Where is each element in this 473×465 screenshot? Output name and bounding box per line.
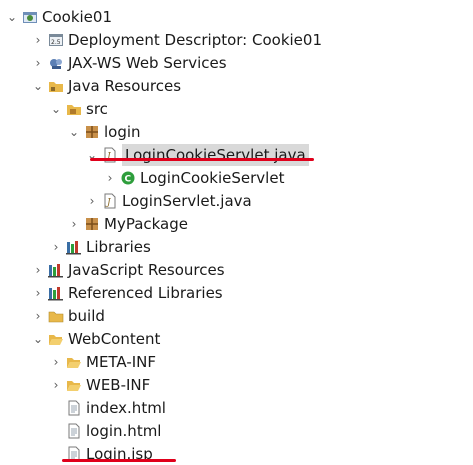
file-icon bbox=[66, 400, 82, 416]
chevron-down-icon[interactable]: ⌄ bbox=[4, 6, 20, 28]
java-resources-label: Java Resources bbox=[68, 77, 182, 95]
package-icon bbox=[84, 124, 100, 140]
chevron-down-icon[interactable]: ⌄ bbox=[30, 328, 46, 350]
tree-item-jaxws[interactable]: › JAX-WS Web Services bbox=[30, 52, 227, 74]
tree-item-web-inf[interactable]: › WEB-INF bbox=[48, 374, 151, 396]
referenced-libraries-label: Referenced Libraries bbox=[68, 284, 223, 302]
chevron-right-icon[interactable]: › bbox=[48, 236, 64, 258]
meta-inf-label: META-INF bbox=[86, 353, 157, 371]
src-label: src bbox=[86, 100, 108, 118]
package-login-label: login bbox=[104, 123, 141, 141]
tree-item-javascript-resources[interactable]: › JavaScript Resources bbox=[30, 259, 225, 281]
javascript-resources-label: JavaScript Resources bbox=[68, 261, 225, 279]
webcontent-label: WebContent bbox=[68, 330, 161, 348]
folder-open-icon bbox=[66, 354, 82, 370]
libraries-label: Libraries bbox=[86, 238, 151, 256]
index-html-label: index.html bbox=[86, 399, 166, 417]
web-services-icon bbox=[48, 55, 64, 71]
tree-item-libraries[interactable]: › Libraries bbox=[48, 236, 151, 258]
chevron-right-icon[interactable]: › bbox=[66, 213, 82, 235]
tree-item-webcontent[interactable]: ⌄ WebContent bbox=[30, 328, 160, 350]
jaxws-label: JAX-WS Web Services bbox=[68, 54, 227, 72]
tree-item-meta-inf[interactable]: › META-INF bbox=[48, 351, 156, 373]
web-inf-label: WEB-INF bbox=[86, 376, 151, 394]
tree-item-java-resources[interactable]: ⌄ Java Resources bbox=[30, 75, 181, 97]
source-folder-icon bbox=[66, 101, 82, 117]
tree-item-deployment-descriptor[interactable]: › 2.5 Deployment Descriptor: Cookie01 bbox=[30, 29, 322, 51]
tree-item-referenced-libraries[interactable]: › Referenced Libraries bbox=[30, 282, 223, 304]
chevron-right-icon[interactable]: › bbox=[48, 351, 64, 373]
build-label: build bbox=[68, 307, 105, 325]
chevron-right-icon[interactable]: › bbox=[30, 305, 46, 327]
login-servlet-java-label: LoginServlet.java bbox=[122, 192, 252, 210]
highlight-underline bbox=[62, 459, 176, 462]
project-label: Cookie01 bbox=[42, 8, 112, 26]
tree-item-login-html[interactable]: login.html bbox=[66, 420, 161, 442]
tree-item-mypackage[interactable]: › MyPackage bbox=[66, 213, 188, 235]
libraries-icon bbox=[48, 285, 64, 301]
class-icon: C bbox=[120, 170, 136, 186]
mypackage-label: MyPackage bbox=[104, 215, 188, 233]
chevron-right-icon[interactable]: › bbox=[30, 282, 46, 304]
project-explorer-tree: ⌄ Cookie01 › 2.5 Deployment Descriptor: … bbox=[0, 0, 473, 465]
chevron-down-icon[interactable]: ⌄ bbox=[84, 144, 100, 166]
package-icon bbox=[84, 216, 100, 232]
java-resources-icon bbox=[48, 78, 64, 94]
login-cookie-servlet-java-label: LoginCookieServlet.java bbox=[122, 144, 309, 166]
chevron-right-icon[interactable]: › bbox=[30, 29, 46, 51]
chevron-right-icon[interactable]: › bbox=[30, 259, 46, 281]
file-icon bbox=[66, 423, 82, 439]
deployment-descriptor-label: Deployment Descriptor: Cookie01 bbox=[68, 31, 322, 49]
tree-item-package-login[interactable]: ⌄ login bbox=[66, 121, 141, 143]
tree-item-src[interactable]: ⌄ src bbox=[48, 98, 108, 120]
login-cookie-servlet-class-label: LoginCookieServlet bbox=[140, 169, 285, 187]
tree-item-build[interactable]: › build bbox=[30, 305, 105, 327]
chevron-right-icon[interactable]: › bbox=[84, 190, 100, 212]
web-project-icon bbox=[22, 9, 38, 25]
highlight-underline bbox=[90, 158, 314, 161]
deployment-descriptor-icon: 2.5 bbox=[48, 32, 64, 48]
chevron-right-icon[interactable]: › bbox=[102, 167, 118, 189]
tree-item-login-cookie-servlet-class[interactable]: › C LoginCookieServlet bbox=[102, 167, 285, 189]
tree-item-login-cookie-servlet-java[interactable]: ⌄ J LoginCookieServlet.java bbox=[84, 144, 309, 166]
chevron-down-icon[interactable]: ⌄ bbox=[30, 75, 46, 97]
tree-item-project[interactable]: ⌄ Cookie01 bbox=[4, 6, 112, 28]
chevron-right-icon[interactable]: › bbox=[48, 374, 64, 396]
chevron-down-icon[interactable]: ⌄ bbox=[66, 121, 82, 143]
chevron-down-icon[interactable]: ⌄ bbox=[48, 98, 64, 120]
java-file-icon: J bbox=[102, 193, 118, 209]
tree-item-index-html[interactable]: index.html bbox=[66, 397, 166, 419]
login-html-label: login.html bbox=[86, 422, 162, 440]
tree-item-login-servlet-java[interactable]: › J LoginServlet.java bbox=[84, 190, 252, 212]
libraries-icon bbox=[48, 262, 64, 278]
svg-text:2.5: 2.5 bbox=[51, 39, 61, 46]
svg-text:C: C bbox=[125, 175, 132, 185]
folder-open-icon bbox=[66, 377, 82, 393]
chevron-right-icon[interactable]: › bbox=[30, 52, 46, 74]
libraries-icon bbox=[66, 239, 82, 255]
folder-open-icon bbox=[48, 331, 64, 347]
folder-icon bbox=[48, 308, 64, 324]
